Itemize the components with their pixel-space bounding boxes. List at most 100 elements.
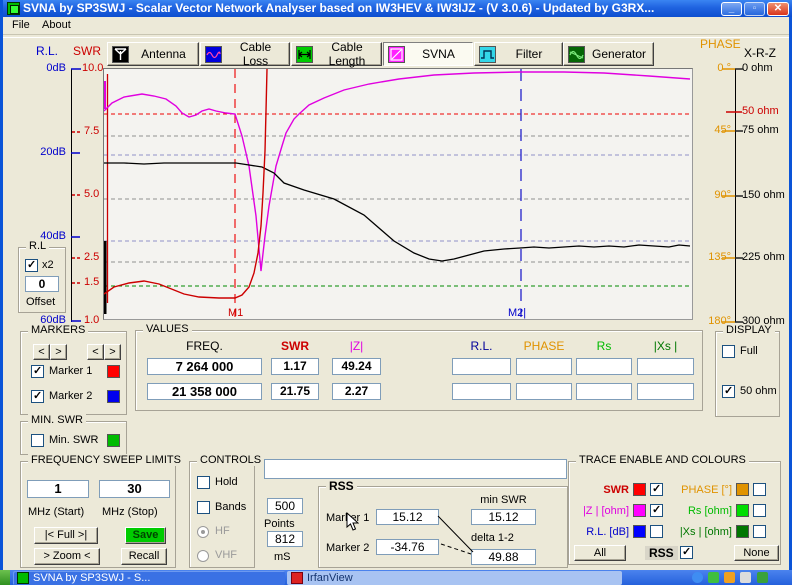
phase-tick-label: 0 ° (691, 62, 731, 74)
maximize-button[interactable]: ▫ (744, 2, 765, 16)
display-full-checkbox[interactable] (722, 345, 735, 358)
trace-none-button[interactable]: None (734, 545, 779, 561)
cable-length-icon (296, 46, 313, 63)
recall-button[interactable]: Recall (121, 548, 167, 565)
xrz-axis-title: X-R-Z (744, 46, 776, 60)
phase-tick-label: 45° (691, 124, 731, 136)
marker1-checkbox[interactable] (31, 365, 44, 378)
toolbar-button-filter[interactable]: Filter (474, 42, 563, 66)
ohm-tick-label: 225 ohm (742, 251, 785, 263)
toolbar-button-cable-loss[interactable]: Cable Loss (200, 42, 290, 66)
vhf-radio[interactable] (197, 550, 209, 562)
menu-about[interactable]: About (38, 19, 75, 33)
marker1-label: Marker 1 (49, 365, 92, 377)
toolbar-button-generator[interactable]: Generator (563, 42, 654, 66)
hold-checkbox[interactable] (197, 476, 210, 489)
taskbar-item-svna[interactable]: SVNA by SP3SWJ - S... (13, 571, 285, 585)
stop-freq-input[interactable]: 30 (99, 480, 170, 498)
svna-task-icon (17, 572, 29, 584)
rl-axis-title: R.L. (36, 44, 58, 58)
freq-value-m2[interactable]: 21 358 000 (147, 383, 262, 400)
trace-phase-swatch[interactable] (736, 483, 749, 496)
trace-z-checkbox[interactable] (650, 504, 663, 517)
hf-radio[interactable] (197, 526, 209, 538)
tray-icon[interactable] (708, 572, 719, 583)
min-swr-color-swatch[interactable] (107, 434, 120, 447)
swr-value-m2[interactable]: 21.75 (271, 383, 319, 400)
sweep-chart[interactable]: M1 M2| (103, 68, 693, 320)
delta-value[interactable]: 49.88 (471, 549, 536, 565)
rl-x2-checkbox[interactable] (25, 259, 38, 272)
trace-rs-swatch[interactable] (736, 504, 749, 517)
col-header-rl: R.L. (452, 339, 511, 353)
markers-legend: MARKERS (28, 324, 88, 336)
trace-rss-checkbox[interactable] (680, 546, 693, 559)
marker1-left-button[interactable]: < (33, 344, 50, 360)
values-group: VALUES FREQ. SWR |Z| R.L. PHASE Rs |Xs |… (135, 330, 703, 411)
trace-swr-checkbox[interactable] (650, 483, 663, 496)
toolbar-button-svna[interactable]: SVNA (383, 42, 473, 66)
trace-rl-checkbox[interactable] (650, 525, 663, 538)
rl-value-m1[interactable] (452, 358, 511, 375)
hf-label: HF (215, 525, 230, 537)
rl-offset-legend: R.L (26, 240, 49, 252)
tray-icon[interactable] (724, 572, 735, 583)
trace-xs-checkbox[interactable] (753, 525, 766, 538)
zoom-span-button[interactable]: > Zoom < (34, 548, 100, 565)
close-button[interactable]: ✕ (767, 2, 789, 16)
xs-value-m1[interactable] (637, 358, 694, 375)
rss-marker2-value[interactable]: -34.76 (376, 539, 439, 555)
swr-tick-label: 5.0 (84, 188, 99, 200)
freq-value-m1[interactable]: 7 264 000 (147, 358, 262, 375)
marker1-color-swatch[interactable] (107, 365, 120, 378)
rss-marker2-label: Marker 2 (326, 542, 369, 554)
trace-rl-swatch[interactable] (633, 525, 646, 538)
delta-label: delta 1-2 (471, 532, 514, 544)
marker1-right-button[interactable]: > (50, 344, 67, 360)
rss-marker1-value[interactable]: 15.12 (376, 509, 439, 525)
trace-xs-swatch[interactable] (736, 525, 749, 538)
swr-tick-label: 2.5 (84, 251, 99, 263)
bands-checkbox[interactable] (197, 501, 210, 514)
marker2-color-swatch[interactable] (107, 390, 120, 403)
trace-z-swatch[interactable] (633, 504, 646, 517)
minimize-button[interactable]: _ (721, 2, 742, 16)
marker2-left-button[interactable]: < (87, 344, 104, 360)
menu-file[interactable]: File (8, 19, 34, 33)
trace-swr-swatch[interactable] (633, 483, 646, 496)
start-freq-input[interactable]: 1 (27, 480, 89, 498)
hold-label: Hold (215, 476, 238, 488)
display-50ohm-checkbox[interactable] (722, 385, 735, 398)
min-swr-checkbox[interactable] (31, 434, 44, 447)
swr-value-m1[interactable]: 1.17 (271, 358, 319, 375)
trace-phase-checkbox[interactable] (753, 483, 766, 496)
toolbar-button-cable-length[interactable]: Cable Length (291, 42, 382, 66)
rs-value-m2[interactable] (576, 383, 632, 400)
rl-value-m2[interactable] (452, 383, 511, 400)
z-value-m2[interactable]: 2.27 (332, 383, 381, 400)
taskbar-item-irfanview[interactable]: IrfanView (287, 571, 622, 585)
rl-offset-input[interactable]: 0 (25, 276, 59, 292)
tray-icon[interactable] (692, 572, 703, 583)
marker2-checkbox[interactable] (31, 390, 44, 403)
save-button[interactable]: Save (125, 527, 166, 544)
phase-value-m1[interactable] (516, 358, 572, 375)
controls-legend: CONTROLS (197, 454, 264, 466)
start-button-fragment[interactable] (0, 570, 10, 585)
xs-value-m2[interactable] (637, 383, 694, 400)
toolbar-button-antenna[interactable]: Antenna (107, 42, 199, 66)
trace-all-button[interactable]: All (574, 545, 626, 561)
z-value-m1[interactable]: 49.24 (332, 358, 381, 375)
tray-icon[interactable] (757, 572, 768, 583)
volume-icon[interactable] (740, 572, 751, 583)
antenna-icon (112, 46, 129, 63)
trace-rs-checkbox[interactable] (753, 504, 766, 517)
min-swr-group: MIN. SWR Min. SWR (20, 421, 127, 455)
full-span-button[interactable]: |< Full >| (34, 527, 98, 544)
trace-xs-label: |Xs | [ohm] (667, 526, 732, 538)
marker2-right-button[interactable]: > (104, 344, 121, 360)
min-swr-value[interactable]: 15.12 (471, 509, 536, 525)
status-textbox[interactable] (264, 459, 567, 479)
rs-value-m1[interactable] (576, 358, 632, 375)
phase-value-m2[interactable] (516, 383, 572, 400)
